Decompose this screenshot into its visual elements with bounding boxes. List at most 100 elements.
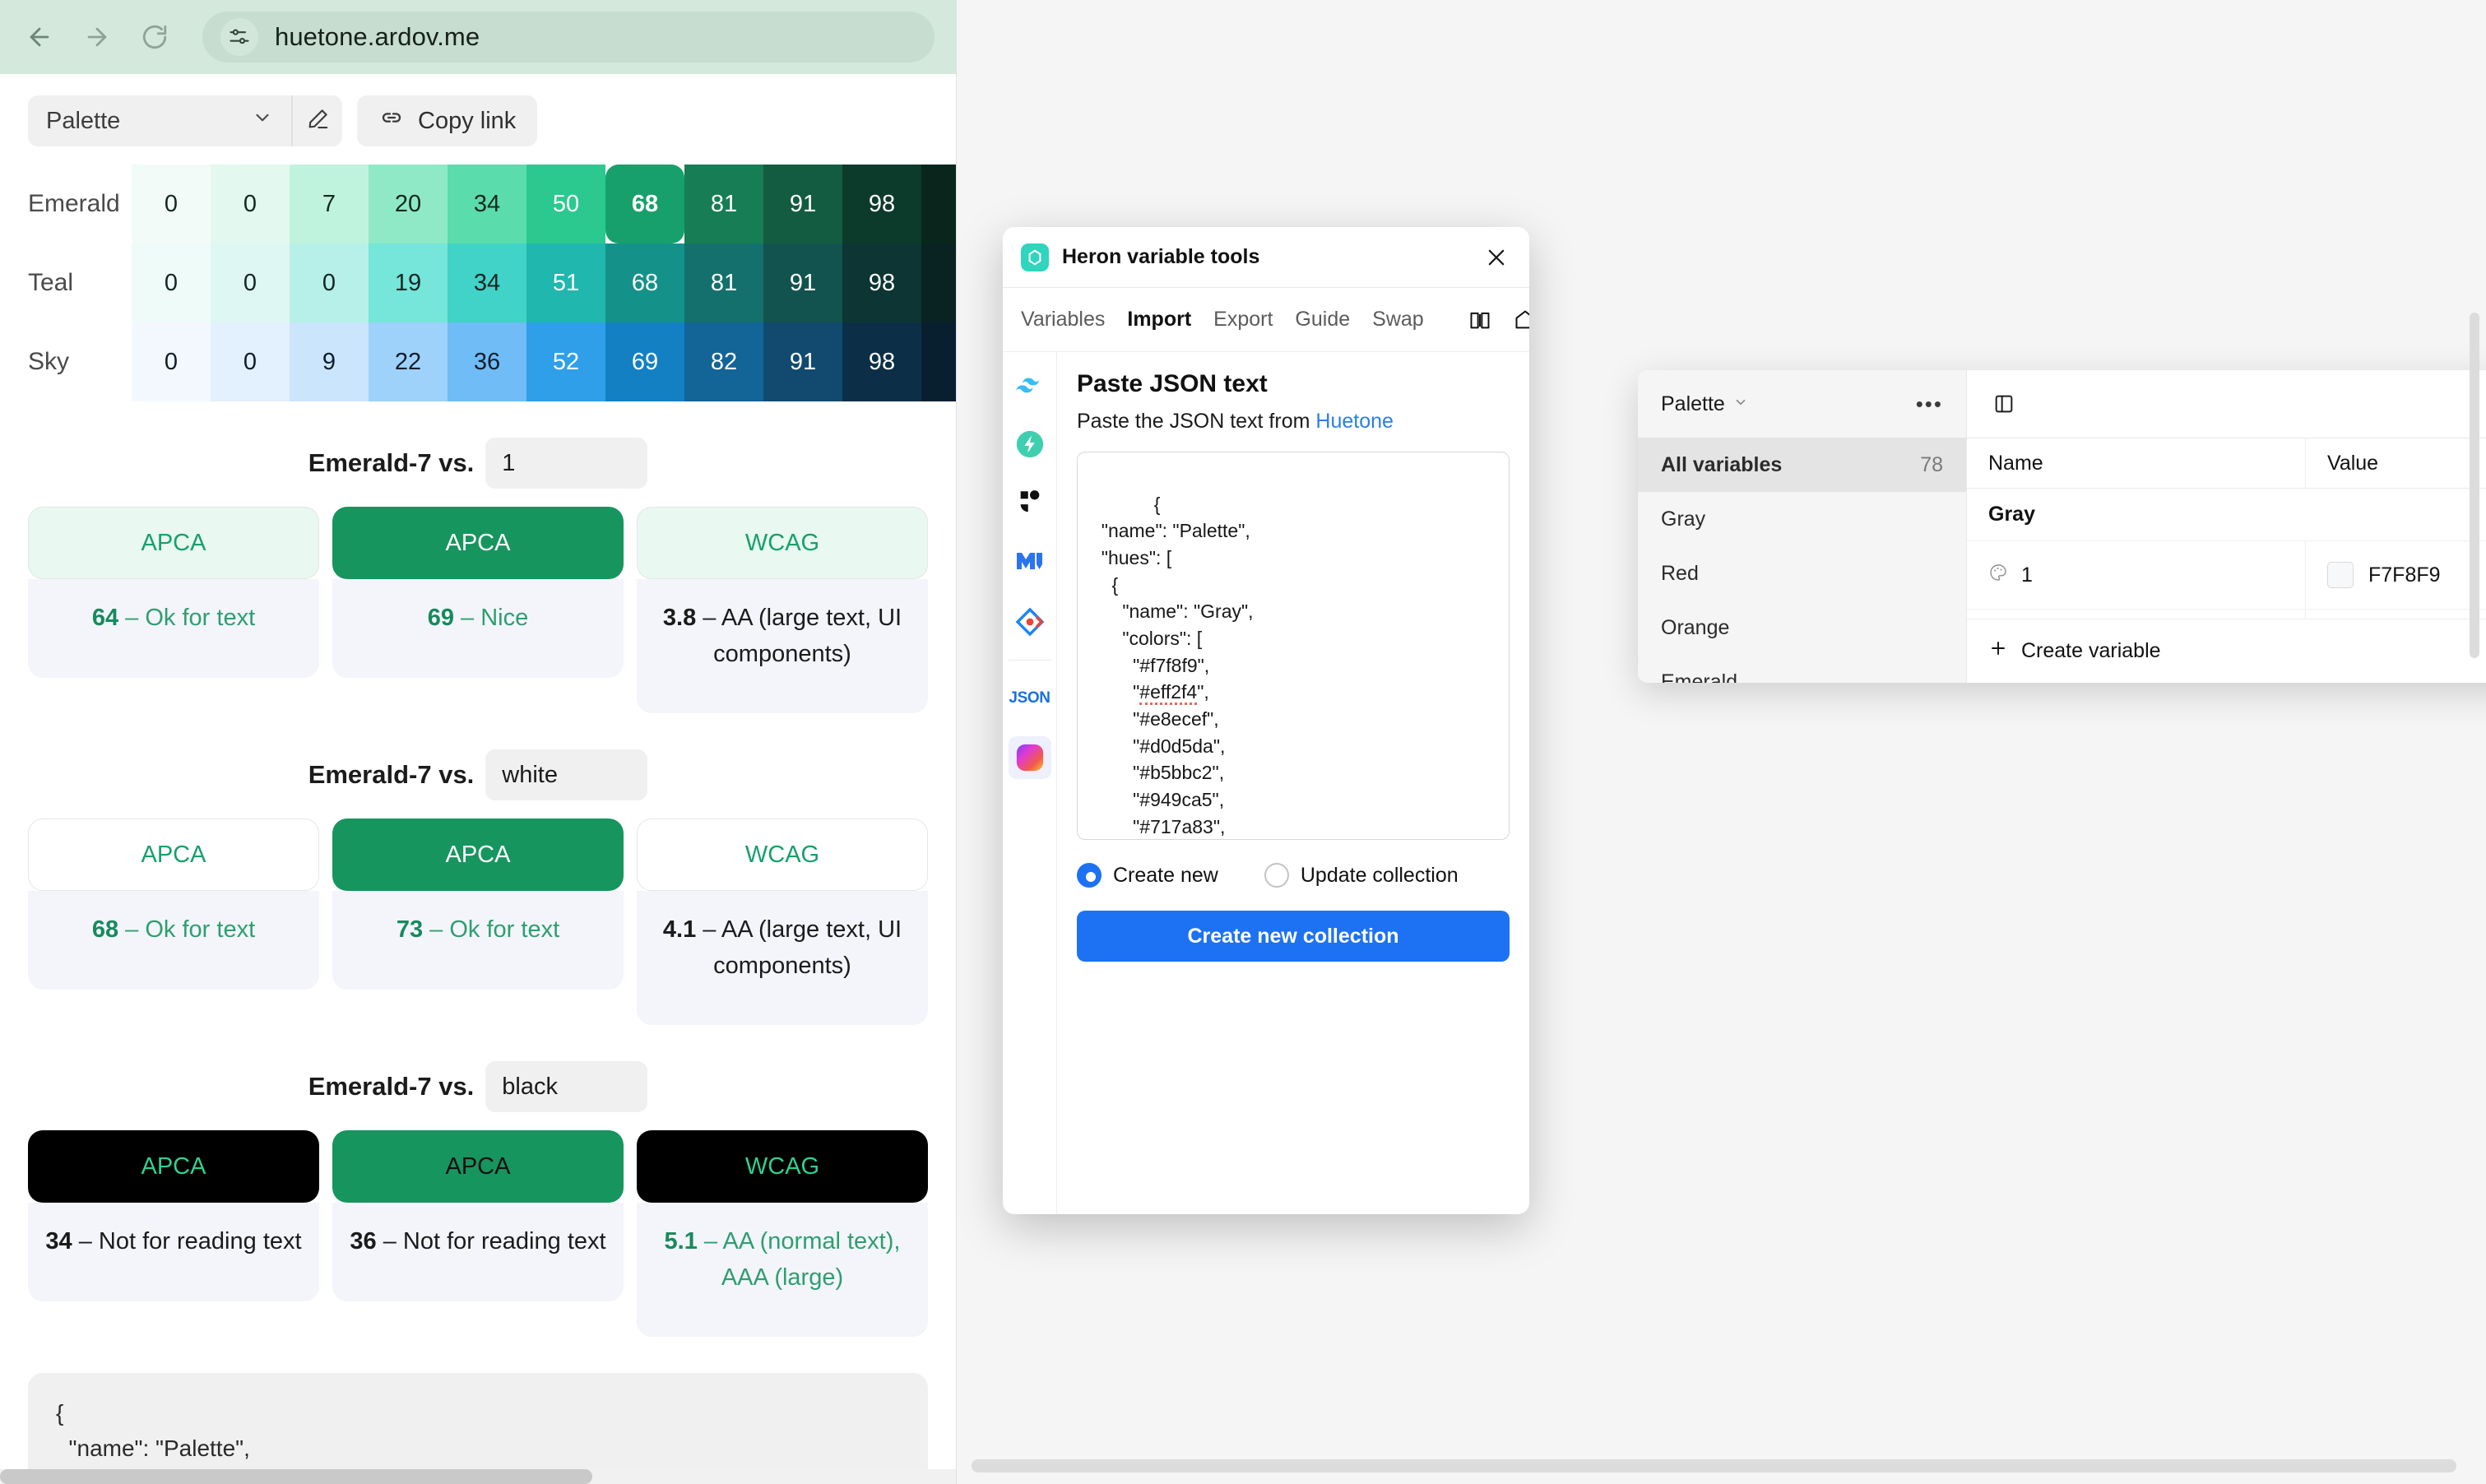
palette-grid: Emerald007203450688191981Teal00019345168… <box>0 165 956 401</box>
color-swatch[interactable]: 0 <box>132 243 211 322</box>
variable-group-red[interactable]: Red <box>1638 546 1966 601</box>
color-swatch[interactable]: 0 <box>211 243 290 322</box>
tab-variables[interactable]: Variables <box>1021 308 1105 332</box>
forward-button[interactable] <box>79 19 115 55</box>
tab-export[interactable]: Export <box>1213 308 1273 332</box>
contrast-card: WCAG 4.1 – AA (large text, UI components) <box>637 819 928 1025</box>
color-swatch[interactable]: 19 <box>369 243 448 322</box>
contrast-card: WCAG 5.1 – AA (normal text), AAA (large) <box>637 1130 928 1337</box>
color-swatch[interactable]: 1 <box>921 243 956 322</box>
material-ui-icon[interactable] <box>1009 541 1051 584</box>
hue-swatches: 009223652698291981 <box>132 322 956 401</box>
variable-group-gray[interactable]: Gray <box>1638 492 1966 546</box>
tab-swap[interactable]: Swap <box>1372 308 1424 332</box>
close-icon[interactable] <box>1482 243 1511 272</box>
comparison-title: Emerald-7 vs. black <box>0 1061 956 1112</box>
color-swatch[interactable]: 34 <box>448 243 526 322</box>
variable-group-count: 78 <box>1920 452 1943 476</box>
variable-value-cell[interactable]: F7F8F9 <box>2306 541 2486 609</box>
table-row[interactable]: 1 F7F8F9 <box>1967 541 2486 610</box>
color-swatch[interactable]: 81 <box>684 165 763 243</box>
contrast-card-preview: WCAG <box>637 507 928 579</box>
comparison-color-input[interactable]: black <box>485 1061 648 1112</box>
collection-header[interactable]: Palette ••• <box>1638 370 1966 438</box>
variable-group-orange[interactable]: Orange <box>1638 601 1966 655</box>
color-swatch[interactable]: 1 <box>921 322 956 401</box>
bolt-icon[interactable] <box>1009 423 1051 466</box>
book-icon[interactable] <box>1468 304 1491 336</box>
panel-toggle-icon[interactable] <box>1987 387 2021 421</box>
color-swatch[interactable]: 20 <box>369 165 448 243</box>
color-swatch[interactable]: 0 <box>290 243 369 322</box>
more-dots-icon[interactable]: ••• <box>1916 392 1943 417</box>
back-button[interactable] <box>21 19 58 55</box>
color-swatch[interactable]: 7 <box>290 165 369 243</box>
figma-horizontal-scrollbar[interactable] <box>972 1459 2456 1472</box>
color-swatch[interactable]: 81 <box>684 243 763 322</box>
color-swatch[interactable]: 50 <box>526 165 605 243</box>
ant-design-icon[interactable] <box>1009 601 1051 643</box>
contrast-card: APCA 64 – Ok for text <box>28 507 319 713</box>
plugin-title: Heron variable tools <box>1062 245 1260 268</box>
json-input-textarea[interactable]: { "name": "Palette", "hues": [ { "name":… <box>1077 452 1510 840</box>
palette-select[interactable]: Palette <box>28 95 291 146</box>
contrast-verdict: – Not for reading text <box>376 1228 606 1254</box>
color-swatch[interactable]: 82 <box>684 322 763 401</box>
color-swatch[interactable]: 52 <box>526 322 605 401</box>
reload-button[interactable] <box>137 19 173 55</box>
color-swatch[interactable]: 9 <box>290 322 369 401</box>
import-subtitle: Paste the JSON text from Huetone <box>1077 410 1510 434</box>
color-swatch[interactable]: 0 <box>132 165 211 243</box>
color-swatch[interactable]: 68 <box>605 243 684 322</box>
page-horizontal-scrollbar[interactable] <box>0 1469 956 1484</box>
hue-name[interactable]: Teal <box>0 243 132 322</box>
color-swatch[interactable]: 51 <box>526 243 605 322</box>
hue-swatches: 000193451688191981 <box>132 243 956 322</box>
tab-import[interactable]: Import <box>1127 308 1191 332</box>
color-swatch[interactable]: 91 <box>763 165 842 243</box>
color-swatch[interactable]: 1 <box>921 165 956 243</box>
tailwind-icon[interactable] <box>1009 364 1051 406</box>
home-icon[interactable] <box>1514 304 1529 336</box>
contrast-verdict: – AA (large text, UI components) <box>696 916 902 979</box>
color-swatch[interactable]: 98 <box>842 165 921 243</box>
radio-create-new[interactable] <box>1077 863 1102 888</box>
color-swatch[interactable]: 22 <box>369 322 448 401</box>
resize-grip-icon[interactable] <box>1491 821 1505 836</box>
color-swatch[interactable]: 34 <box>448 165 526 243</box>
color-swatch[interactable]: 68 <box>605 165 684 243</box>
color-swatch[interactable]: 0 <box>211 322 290 401</box>
color-swatch[interactable]: 98 <box>842 322 921 401</box>
edit-palette-button[interactable] <box>291 95 342 146</box>
color-swatch[interactable]: 91 <box>763 243 842 322</box>
create-new-collection-button[interactable]: Create new collection <box>1077 911 1510 962</box>
comparison-color-input[interactable]: white <box>485 749 648 800</box>
color-swatch[interactable]: 91 <box>763 322 842 401</box>
color-swatch[interactable]: 98 <box>842 243 921 322</box>
color-swatch[interactable]: 36 <box>448 322 526 401</box>
plus-icon <box>1988 638 2008 664</box>
site-settings-icon[interactable] <box>220 18 258 56</box>
variable-group-emerald[interactable]: Emerald <box>1638 655 1966 684</box>
json-icon[interactable]: JSON <box>1009 677 1051 720</box>
color-swatch[interactable]: 69 <box>605 322 684 401</box>
hue-name[interactable]: Sky <box>0 322 132 401</box>
chevron-down-icon[interactable] <box>1733 395 1748 414</box>
address-bar[interactable]: huetone.ardov.me <box>202 12 935 63</box>
color-swatch[interactable]: 0 <box>132 322 211 401</box>
hue-name[interactable]: Emerald <box>0 165 132 243</box>
tab-guide[interactable]: Guide <box>1295 308 1350 332</box>
figma-vertical-scrollbar[interactable] <box>2470 313 2479 658</box>
contrast-card-result: 36 – Not for reading text <box>332 1203 624 1301</box>
create-variable-button[interactable]: Create variable <box>1967 619 2486 683</box>
plugin-source-rail: JSON <box>1003 352 1057 1214</box>
copy-link-button[interactable]: Copy link <box>357 95 538 146</box>
comparison-color-input[interactable]: 1 <box>485 438 648 489</box>
color-swatch[interactable]: 0 <box>211 165 290 243</box>
radio-update-collection[interactable] <box>1264 863 1289 888</box>
huetone-icon[interactable] <box>1008 736 1051 779</box>
huetone-link[interactable]: Huetone <box>1315 410 1394 433</box>
radix-icon[interactable] <box>1009 482 1051 525</box>
variable-group-list: All variables78GrayRedOrangeEmeraldTealS… <box>1638 438 1966 683</box>
variable-group-all-variables[interactable]: All variables 78 <box>1638 438 1966 492</box>
